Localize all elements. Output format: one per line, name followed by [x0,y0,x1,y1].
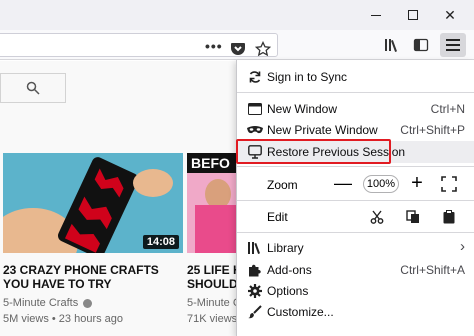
pocket-icon[interactable] [227,38,249,60]
copy-icon[interactable] [405,209,421,225]
menu-shortcut: Ctrl+Shift+P [400,123,465,137]
menu-separator [237,232,474,233]
library-icon[interactable] [382,34,404,56]
video-title[interactable]: 25 LIFE H SHOULD [187,263,242,291]
video-channel[interactable]: 5-Minute C [187,296,241,310]
video-duration: 14:08 [142,235,179,249]
menu-label: Add-ons [267,263,312,277]
edit-label: Edit [267,210,288,224]
verified-icon [83,298,93,308]
menu-label: Customize... [267,305,334,319]
title-bar: ✕ [0,0,474,30]
puzzle-piece-icon [247,262,263,278]
menu-item-addons[interactable]: Add-ons Ctrl+Shift+A [237,259,474,281]
close-icon: ✕ [444,6,456,23]
menu-separator [237,166,474,167]
menu-separator [237,200,474,201]
zoom-out-button[interactable]: — [333,173,353,195]
maximize-button[interactable] [395,0,431,30]
menu-item-options[interactable]: Options [237,280,474,302]
edit-controls: Edit [237,206,474,228]
page-actions-button[interactable]: ••• [205,38,223,54]
bookmark-star-icon[interactable] [252,38,274,60]
new-window-icon [247,101,263,117]
video-thumbnail[interactable]: 14:08 [3,153,183,253]
restore-session-icon [247,144,263,160]
menu-item-customize[interactable]: Customize... [237,301,474,323]
menu-shortcut: Ctrl+N [430,102,465,116]
sidebar-icon[interactable] [410,34,432,56]
private-mask-icon [247,122,263,138]
menu-label: New Private Window [267,123,378,137]
hamburger-menu-icon [446,39,460,51]
paintbrush-icon [247,304,263,320]
maximize-icon [408,10,418,20]
zoom-controls: Zoom — 100% + [237,173,474,197]
menu-item-restore-session[interactable]: Restore Previous Session [237,141,474,163]
menu-label: Library [267,241,304,255]
menu-shortcut: Ctrl+Shift+A [400,263,465,277]
menu-item-sign-in[interactable]: Sign in to Sync [237,66,474,88]
zoom-in-button[interactable]: + [407,173,427,195]
menu-separator [237,92,474,93]
fullscreen-icon[interactable] [441,176,457,192]
menu-label: Options [267,284,309,298]
search-icon [26,81,40,95]
sync-icon [247,69,263,85]
gear-icon [247,283,263,299]
zoom-reset-button[interactable]: 100% [363,175,399,193]
menu-item-new-window[interactable]: New Window Ctrl+N [237,98,474,120]
close-button[interactable]: ✕ [432,0,468,30]
library-icon [247,240,263,256]
url-bar[interactable]: ••• [0,33,278,57]
cut-icon[interactable] [369,209,385,225]
menu-label: Restore Previous Session [267,145,406,159]
minimize-icon [371,14,381,16]
minimize-button[interactable] [358,0,394,30]
video-channel[interactable]: 5-Minute Crafts [3,296,93,310]
paste-icon[interactable] [441,209,457,225]
video-meta: 5M views • 23 hours ago [3,313,124,325]
nav-toolbar: ••• [0,30,474,60]
hamburger-menu-button[interactable] [440,33,466,57]
submenu-arrow-icon: › [460,238,465,255]
youtube-search-button[interactable] [0,73,66,103]
menu-item-new-private-window[interactable]: New Private Window Ctrl+Shift+P [237,119,474,141]
video-meta: 71K views [187,313,238,325]
menu-item-library[interactable]: Library › [237,237,474,259]
zoom-label: Zoom [267,178,298,192]
menu-label: New Window [267,102,338,116]
menu-label: Sign in to Sync [267,70,348,84]
app-menu-panel: Sign in to Sync New Window Ctrl+N New Pr… [236,60,474,336]
video-title[interactable]: 23 CRAZY PHONE CRAFTS YOU HAVE TO TRY [3,263,159,291]
